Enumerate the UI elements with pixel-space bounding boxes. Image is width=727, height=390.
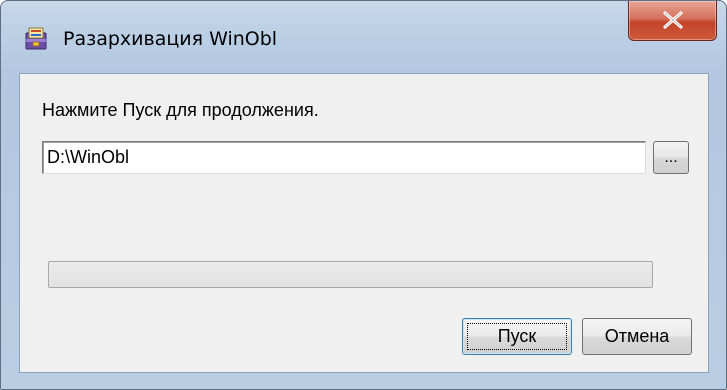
installer-app-icon [23, 25, 49, 51]
close-button[interactable] [628, 1, 717, 41]
extraction-progress-bar [48, 261, 653, 288]
instruction-label: Нажмите Пуск для продолжения. [42, 100, 319, 120]
start-button[interactable]: Пуск [462, 318, 572, 355]
destination-path-input[interactable] [42, 141, 646, 174]
dialog-client-area: Нажмите Пуск для продолжения. ... Пуск О… [19, 73, 709, 373]
cancel-button[interactable]: Отмена [582, 318, 692, 355]
title-bar[interactable]: Разархивация WinObl [1, 1, 726, 73]
window-title: Разархивация WinObl [63, 28, 278, 50]
unpack-dialog-window: Разархивация WinObl Нажмите Пуск для про… [0, 0, 727, 390]
cancel-button-label: Отмена [604, 326, 670, 346]
close-x-icon [663, 11, 683, 29]
browse-button[interactable]: ... [653, 141, 689, 174]
start-button-label: Пуск [497, 326, 537, 346]
